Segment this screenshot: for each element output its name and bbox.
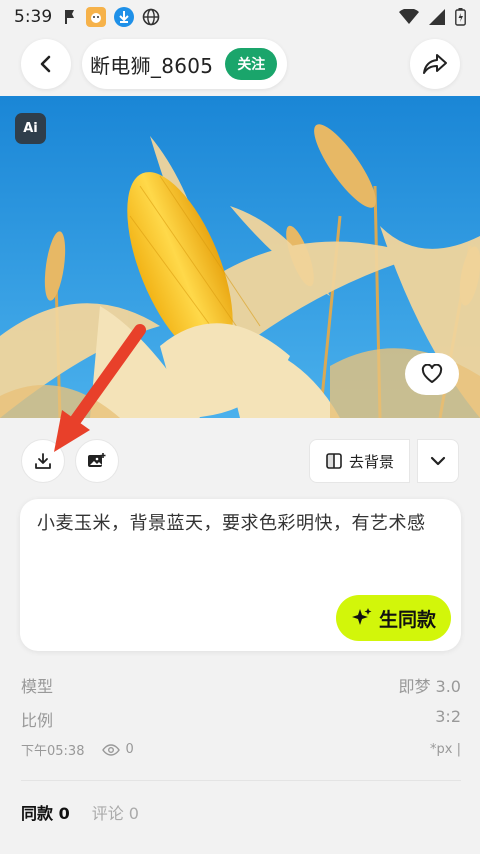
eye-icon — [102, 743, 121, 756]
app-notification-icon — [86, 7, 107, 27]
flag-icon — [65, 10, 75, 24]
model-label: 模型 — [21, 677, 54, 696]
signal-icon — [429, 9, 445, 25]
generate-label: 生同款 — [378, 608, 436, 631]
like-button[interactable] — [405, 353, 459, 395]
model-row: 模型 即梦 3.0 — [21, 673, 461, 697]
tab-same-style[interactable]: 同款 0 — [21, 800, 70, 824]
post-info-row: 下午05:38 0 *px | — [21, 740, 461, 759]
globe-icon — [142, 8, 160, 26]
more-options-dropdown[interactable] — [417, 439, 459, 483]
image-edit-button[interactable] — [75, 439, 119, 483]
tab-comments[interactable]: 评论 0 — [92, 800, 139, 824]
view-count-value: 0 — [125, 742, 134, 757]
size-unit: *px | — [430, 742, 461, 757]
battery-icon — [455, 8, 466, 26]
model-value: 即梦 3.0 — [398, 677, 461, 696]
author-name[interactable]: 断电狮_8605 — [90, 50, 213, 79]
status-system-icons — [399, 8, 466, 26]
prompt-card: 小麦玉米，背景蓝天，要求色彩明快，有艺术感 生同款 — [20, 499, 461, 651]
generate-same-button[interactable]: 生同款 — [336, 595, 451, 641]
chevron-down-icon — [430, 456, 446, 466]
status-notification-icons — [64, 7, 160, 27]
back-button[interactable] — [21, 39, 71, 89]
download-button[interactable] — [21, 439, 65, 483]
prompt-text: 小麦玉米，背景蓝天，要求色彩明快，有艺术感 — [37, 513, 426, 534]
download-icon — [35, 453, 51, 469]
page: 5:39 断电狮_8605 关注 Ai 去背景 小麦玉米，背景蓝天，要求色彩明快… — [0, 0, 480, 854]
ratio-label: 比例 — [21, 711, 54, 730]
view-count: 0 — [102, 742, 134, 757]
share-icon — [423, 54, 447, 74]
wifi-icon — [399, 9, 419, 24]
divider — [21, 780, 461, 781]
remove-background-button[interactable]: 去背景 — [309, 439, 410, 483]
remove-bg-label: 去背景 — [348, 452, 394, 471]
image-edit-icon — [88, 453, 106, 467]
ai-badge: Ai — [15, 113, 46, 144]
follow-button[interactable]: 关注 — [225, 48, 278, 80]
download-status-icon — [114, 7, 135, 27]
back-arrow-icon — [40, 55, 51, 73]
heart-icon — [421, 364, 443, 383]
sparkle-icon — [351, 608, 372, 625]
status-bar: 5:39 — [0, 0, 480, 34]
ratio-row: 比例 3:2 — [21, 707, 461, 731]
status-time: 5:39 — [14, 7, 53, 27]
user-pill[interactable]: 断电狮_8605 关注 — [82, 39, 288, 89]
post-time: 下午05:38 — [21, 744, 85, 759]
ratio-value: 3:2 — [435, 707, 461, 726]
share-button[interactable] — [410, 39, 460, 89]
tab-bar: 同款 0 评论 0 — [21, 800, 139, 824]
remove-bg-icon — [326, 453, 342, 469]
